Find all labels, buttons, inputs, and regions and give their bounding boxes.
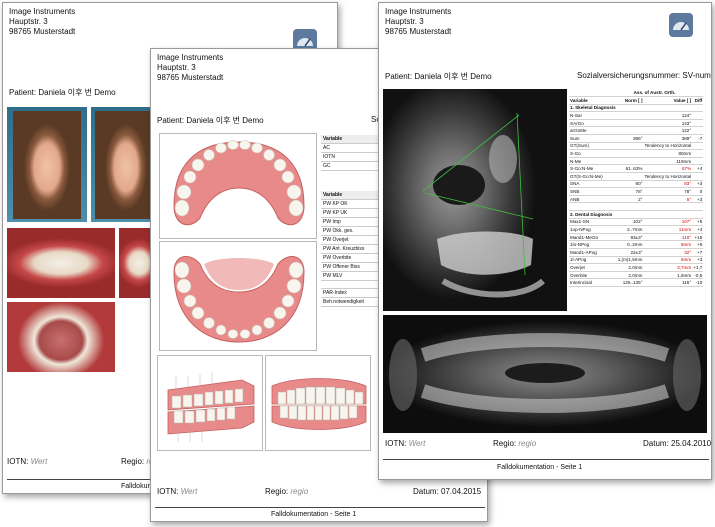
xray-panoramic[interactable] xyxy=(383,315,707,433)
table-row: Sum 396° 389° -7 xyxy=(569,134,704,143)
model-occlusion-lateral[interactable] xyxy=(157,355,263,451)
table-row: Overbite 2,0mm 1,5mm -0,5 xyxy=(569,271,704,280)
table-row: N-Me 119mm xyxy=(569,157,704,166)
cephalometric-analysis-table: Ass. of Austr. Orth. Variable Norm [ ] Val… xyxy=(569,89,704,287)
model-upper-arch[interactable] xyxy=(159,133,317,239)
table-row: GT(Sum) Tendency to Horizontal xyxy=(569,142,704,151)
photo-face-frontal[interactable] xyxy=(7,107,87,222)
patient-label: Patient: Daniela 이후 번 Demo xyxy=(385,72,492,81)
table-row: PW Okk. ges. xyxy=(321,226,381,236)
table-row: SNB 78° 78° 0 xyxy=(569,187,704,196)
page-footer-label: Falldokumentation - Seite 1 xyxy=(497,464,583,471)
table-row: PW MLV xyxy=(321,271,381,281)
regio-field: Regio: regio xyxy=(493,439,537,448)
table-row: GT(S-Go:N-Me) Tendency to Horizontal xyxy=(569,172,704,181)
table-row: N-Sar 124° xyxy=(569,111,704,120)
table-row: IOTN xyxy=(321,152,381,162)
address-block: Image Instruments Hauptstr. 3 98765 Must… xyxy=(385,7,451,37)
photo-face-smile[interactable] xyxy=(91,107,157,222)
street: Hauptstr. 3 xyxy=(385,17,424,26)
table-header: Variable Norm [ ] Value [ ] Diff xyxy=(569,96,704,105)
table-row xyxy=(321,280,381,289)
variables-table-2: Variable PW KP OK PW KP UK PW Imp PW Okk… xyxy=(321,191,381,307)
iotn-field: IOTN: Wert xyxy=(157,487,198,496)
xray-ceph-lateral[interactable] xyxy=(383,89,567,311)
model-occlusion-frontal[interactable] xyxy=(265,355,371,451)
regio-field: Regio: regio xyxy=(265,487,309,496)
patient-label: Patient: Daniela 이후 번 Demo xyxy=(157,116,264,125)
company-name: Image Instruments xyxy=(157,53,224,62)
table-row: S-Go 80mm xyxy=(569,149,704,158)
table-row: Mand1-MeGo 93±3° 110° +15 xyxy=(569,233,704,242)
city: 98765 Musterstadt xyxy=(157,73,224,82)
variables-table-1: Variable AC IOTN GC xyxy=(321,135,381,171)
sv-label: Sozialversicherungsnummer: SV-nummer xyxy=(577,71,712,80)
street: Hauptstr. 3 xyxy=(157,63,196,72)
logo-icon xyxy=(669,13,693,37)
table-row: arGoMe 122° xyxy=(569,126,704,136)
table-row: S-Go:N-Me 61..63% 67% +4 xyxy=(569,164,704,174)
table-row: PW Overjet xyxy=(321,235,381,245)
company-name: Image Instruments xyxy=(385,7,452,16)
photo-occlusal-upper[interactable] xyxy=(7,302,115,372)
table-row: SArGo 143° xyxy=(569,119,704,128)
patient-label: Patient: Daniela 이후 번 Demo xyxy=(9,88,116,97)
table-section-row: 1. Skeletal Diagnosis xyxy=(569,104,704,113)
iotn-field: IOTN: Wert xyxy=(385,439,426,448)
table-row: 1l-APog 1,(m)1,5mm 5mm +3 xyxy=(569,256,704,265)
model-lower-arch[interactable] xyxy=(159,241,317,351)
table-row: ANB 2° 5° +3 xyxy=(569,195,704,204)
table-row: PW Ant. Kreuzbiss xyxy=(321,244,381,254)
table-row: Max1-SN 102° 107° +5 xyxy=(569,218,704,227)
table-row: PAR-Index xyxy=(321,288,381,298)
photo-teeth-lateral[interactable] xyxy=(7,228,115,298)
table-header-title: Ass. of Austr. Orth. xyxy=(569,89,704,98)
table-row: 1lo-NPog 0..2mm 8mm +6 xyxy=(569,240,704,249)
table-row: 1op-NPog 2..7mm 11mm +4 xyxy=(569,225,704,234)
table-row: PW KP OK xyxy=(321,199,381,209)
street: Hauptstr. 3 xyxy=(9,17,48,26)
table-row: SNA 80° 83° +3 xyxy=(569,180,704,189)
city: 98765 Musterstadt xyxy=(9,27,76,36)
table-row: Beh.notwendigkeit xyxy=(321,297,381,307)
table-row: Variable xyxy=(321,135,381,144)
address-block: Image Instruments Hauptstr. 3 98765 Must… xyxy=(157,53,223,83)
address-block: Image Instruments Hauptstr. 3 98765 Must… xyxy=(9,7,75,37)
iotn-field: IOTN: Wert xyxy=(7,457,48,466)
company-name: Image Instruments xyxy=(9,7,76,16)
table-row: PW KP UK xyxy=(321,208,381,218)
city: 98765 Musterstadt xyxy=(385,27,452,36)
table-row: PW Imp xyxy=(321,217,381,227)
table-row: Overjet 2,0mm 3,7mm +1,7 xyxy=(569,263,704,272)
table-row: PW Overbite xyxy=(321,253,381,263)
page-footer-label: Falldokumentation - Seite 1 xyxy=(271,511,357,518)
datum-field: Datum: 07.04.2015 xyxy=(413,487,482,496)
table-row: Mand1-APog 22±3° 32° +7 xyxy=(569,248,704,257)
table-row: Variable xyxy=(321,191,381,200)
table-row: Interincisal 125..135° 115° -10 xyxy=(569,278,704,287)
table-row: GC xyxy=(321,161,381,171)
document-page-3: Image Instruments Hauptstr. 3 98765 Must… xyxy=(378,2,712,480)
table-row: AC xyxy=(321,143,381,153)
datum-field: Datum: 25.04.2010 xyxy=(643,439,712,448)
table-row xyxy=(569,202,704,211)
table-section-row: 2. Dental Diagnosis xyxy=(569,210,704,219)
table-row: PW Offener Biss xyxy=(321,262,381,272)
